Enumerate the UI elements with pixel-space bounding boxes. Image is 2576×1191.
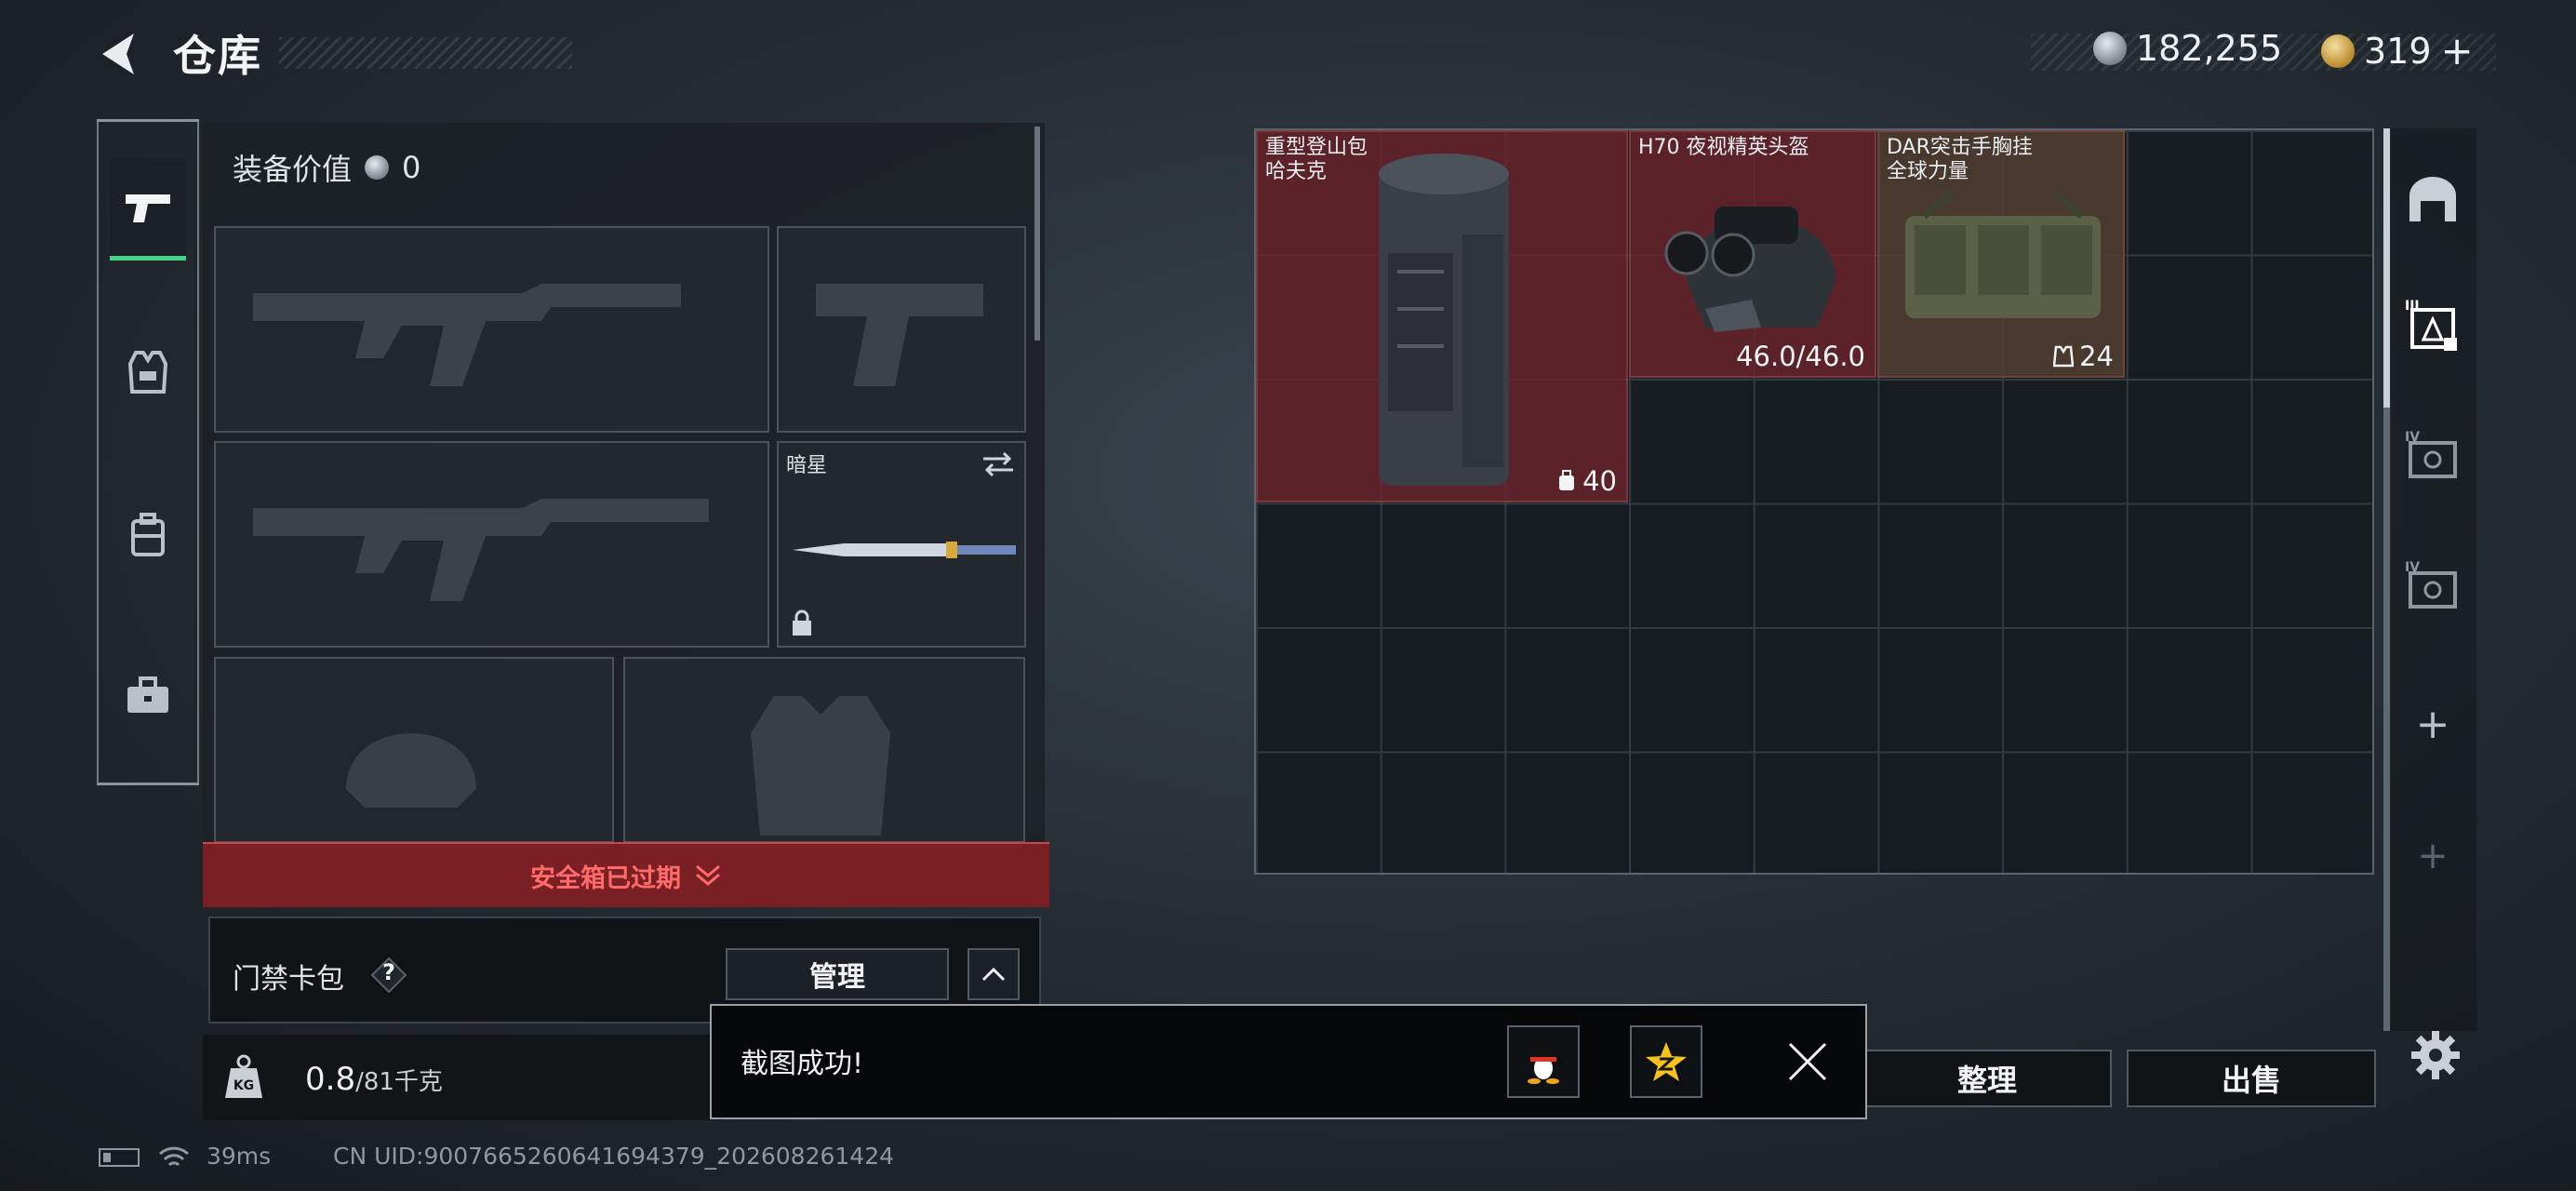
page-title: 仓库: [173, 31, 262, 81]
pistol-icon: [126, 194, 170, 222]
backpack-capacity-icon: [1559, 470, 1575, 490]
item-stat-value: 24: [2079, 341, 2114, 372]
close-toast-button[interactable]: [1779, 1033, 1836, 1091]
ping-text: 39ms: [207, 1143, 272, 1170]
helmet-slot[interactable]: [214, 657, 614, 843]
equipment-value-label: 装备价值: [233, 152, 353, 187]
armor-silhouette-icon: [751, 696, 890, 836]
backpack-image: [1379, 154, 1509, 486]
close-icon: [1788, 1042, 1827, 1081]
item-capacity: 24: [2053, 341, 2114, 372]
collapse-button[interactable]: [968, 948, 1020, 1000]
chest-rig-image: [1905, 189, 2101, 318]
pistol-silhouette-icon: [816, 284, 983, 386]
svg-text:KG: KG: [234, 1078, 254, 1093]
back-arrow-icon[interactable]: [93, 26, 149, 82]
item-stat-value: 40: [1582, 465, 1617, 497]
double-chevron-down-icon: [696, 864, 720, 886]
stash-item-chest-rig[interactable]: DAR突击手胸挂 全球力量 24: [1877, 130, 2125, 378]
weight-bar: [203, 1035, 724, 1120]
share-qq-button[interactable]: [1507, 1025, 1580, 1098]
battery-icon: [99, 1148, 140, 1167]
rifle-silhouette-icon: [253, 284, 681, 386]
settings-gear-icon[interactable]: [2409, 1029, 2462, 1081]
armor-vest-icon: [127, 351, 168, 394]
tab-weapons[interactable]: [110, 158, 186, 261]
tab-container-iv-1[interactable]: IV: [2391, 400, 2475, 512]
toast-message: 截图成功!: [741, 1048, 864, 1080]
lock-icon: [793, 609, 811, 636]
item-durability: 46.0/46.0: [1736, 341, 1865, 372]
knife-icon: [793, 542, 1016, 558]
container-iv-icon: IV: [2405, 560, 2457, 609]
silver-currency: 182,255: [2093, 28, 2282, 69]
share-qzone-button[interactable]: [1630, 1025, 1702, 1098]
storage-room-icon: [2409, 177, 2456, 221]
container-iv-icon: IV: [2405, 430, 2457, 478]
keycard-label: 门禁卡包: [233, 963, 344, 996]
weight-kg-icon: KG: [218, 1051, 270, 1104]
sidearm-slot[interactable]: [777, 226, 1026, 433]
help-icon[interactable]: ?: [370, 957, 407, 994]
item-name: DAR突击手胸挂 全球力量: [1887, 136, 2033, 183]
melee-slot[interactable]: 暗星: [777, 441, 1026, 648]
item-name: 重型登山包 哈夫克: [1265, 136, 1368, 183]
helmet-silhouette-icon: [346, 733, 476, 808]
silver-coin-icon: [365, 155, 390, 180]
primary-weapon-slot[interactable]: [214, 226, 769, 433]
vest-capacity-icon: [2053, 345, 2075, 368]
add-container-button[interactable]: +: [2391, 668, 2475, 780]
rifle-silhouette-icon: [253, 499, 709, 601]
gold-value: 319: [2364, 30, 2432, 72]
equipment-value: 装备价值 0: [233, 146, 420, 189]
stash-item-backpack[interactable]: 重型登山包 哈夫克 40: [1256, 130, 1628, 502]
alert-text: 安全箱已过期: [530, 863, 681, 893]
add-container-button-disabled[interactable]: +: [2391, 800, 2475, 912]
qq-penguin-icon: [1528, 1044, 1559, 1084]
backpack-icon: [131, 513, 165, 556]
sell-button[interactable]: 出售: [2127, 1050, 2376, 1107]
weight-current: 0.8: [305, 1061, 356, 1098]
melee-slot-label: 暗星: [786, 454, 828, 477]
manage-button[interactable]: 管理: [726, 948, 949, 1000]
item-capacity: 40: [1556, 465, 1617, 497]
svg-text:IV: IV: [2405, 430, 2420, 445]
secondary-weapon-slot[interactable]: [214, 441, 769, 648]
tab-toolbox[interactable]: [110, 644, 186, 746]
item-name: H70 夜视精英头盔: [1638, 136, 1809, 159]
tab-container-iii[interactable]: III: [2391, 270, 2475, 381]
svg-text:III: III: [2405, 299, 2420, 314]
tab-backpack[interactable]: [110, 484, 186, 586]
body-armor-slot[interactable]: [623, 657, 1025, 843]
qzone-star-icon: [1646, 1042, 1687, 1081]
weight-readout: 0.8/81千克: [305, 1061, 443, 1098]
tab-container-iv-2[interactable]: IV: [2391, 530, 2475, 642]
swap-icon[interactable]: [981, 450, 1015, 478]
help-mark: ?: [382, 959, 395, 985]
container-iii-icon: III: [2405, 299, 2457, 351]
tab-storage-room[interactable]: [2391, 144, 2475, 256]
safe-box-expired-banner[interactable]: 安全箱已过期: [203, 842, 1049, 907]
sort-button[interactable]: 整理: [1862, 1050, 2112, 1107]
gold-currency[interactable]: 319 +: [2321, 28, 2474, 74]
weight-capacity: /81千克: [355, 1068, 443, 1096]
silver-coin-icon: [2093, 32, 2127, 65]
equipment-scrollbar[interactable]: [1034, 127, 1040, 341]
title-decoration: [279, 37, 572, 69]
equipment-value-amount: 0: [402, 150, 421, 185]
uid-text: CN UID:9007665260641694379_202608261424: [333, 1143, 895, 1170]
stash-scrollbar-thumb[interactable]: [2383, 128, 2390, 408]
add-gold-button[interactable]: +: [2441, 28, 2474, 74]
gold-coin-icon: [2321, 33, 2355, 68]
chevron-up-icon: [981, 967, 1006, 982]
svg-text:IV: IV: [2405, 560, 2420, 575]
silver-value: 182,255: [2136, 28, 2283, 69]
night-vision-helmet-image: [1664, 207, 1835, 332]
stash-item-helmet[interactable]: H70 夜视精英头盔 46.0/46.0: [1629, 130, 1876, 378]
wifi-icon: [158, 1146, 190, 1167]
toolbox-icon: [127, 676, 168, 713]
tab-armor[interactable]: [110, 321, 186, 423]
